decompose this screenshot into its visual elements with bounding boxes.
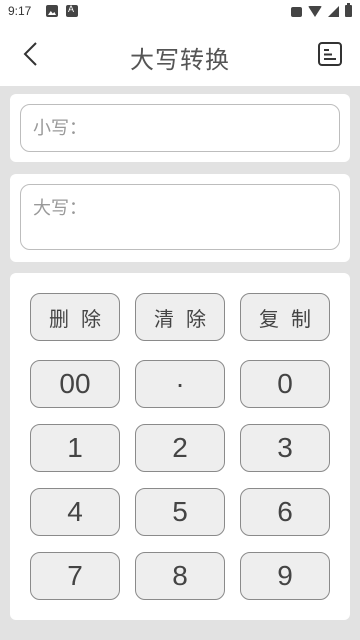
lowercase-field[interactable]: 小写： — [20, 104, 340, 152]
key-1[interactable]: 1 — [30, 424, 120, 472]
image-notification-icon — [46, 5, 58, 17]
page-title: 大写转换 — [130, 46, 230, 74]
key-8[interactable]: 8 — [135, 552, 225, 600]
key-00[interactable]: 00 — [30, 360, 120, 408]
app-bar: 大写转换 — [0, 24, 360, 86]
document-list-icon — [318, 42, 342, 66]
briefcase-icon — [291, 7, 302, 17]
clear-button[interactable]: 清除 — [135, 293, 225, 341]
copy-button[interactable]: 复制 — [240, 293, 330, 341]
bottom-spacer — [0, 620, 360, 640]
status-bar: 9:17 — [0, 0, 360, 24]
uppercase-field[interactable]: 大写： — [20, 184, 340, 250]
key-dot[interactable]: · — [135, 360, 225, 408]
lowercase-card: 小写： — [10, 94, 350, 162]
status-time: 9:17 — [8, 4, 32, 18]
uppercase-card: 大写： — [10, 174, 350, 262]
history-button[interactable] — [316, 40, 344, 68]
delete-button[interactable]: 删除 — [30, 293, 120, 341]
key-5[interactable]: 5 — [135, 488, 225, 536]
key-3[interactable]: 3 — [240, 424, 330, 472]
key-9[interactable]: 9 — [240, 552, 330, 600]
wifi-icon — [308, 5, 322, 17]
font-notification-icon — [66, 4, 78, 17]
cellular-signal-icon — [328, 5, 339, 17]
key-0[interactable]: 0 — [240, 360, 330, 408]
key-2[interactable]: 2 — [135, 424, 225, 472]
key-4[interactable]: 4 — [30, 488, 120, 536]
key-7[interactable]: 7 — [30, 552, 120, 600]
keypad: 删除 清除 复制 00 · 0 1 2 3 4 5 6 7 8 9 — [10, 273, 350, 620]
battery-icon — [345, 3, 352, 17]
key-6[interactable]: 6 — [240, 488, 330, 536]
